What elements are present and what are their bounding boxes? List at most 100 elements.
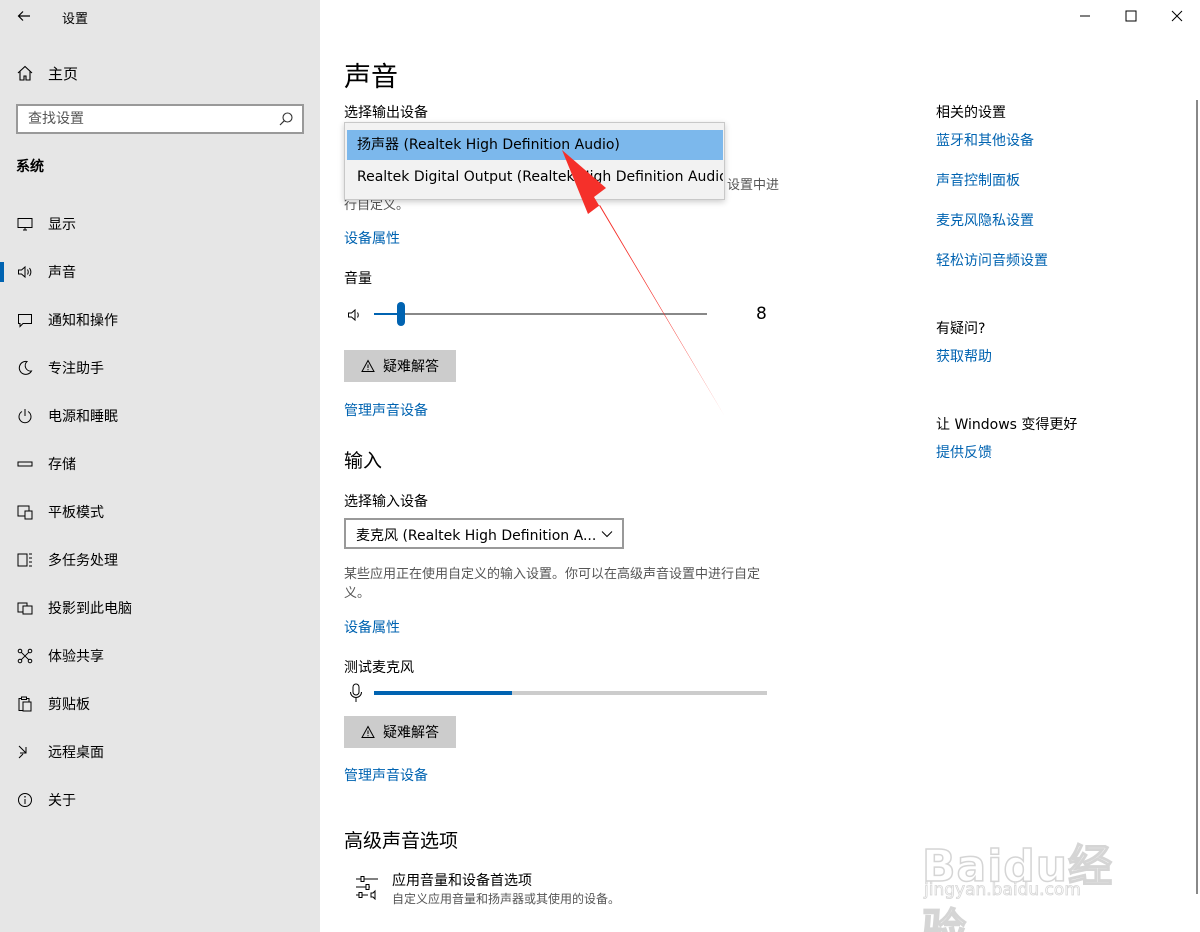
- notification-icon: [16, 311, 34, 329]
- sidebar-item-label: 电源和睡眠: [48, 409, 118, 425]
- sidebar-item-label: 体验共享: [48, 649, 104, 665]
- multitask-icon: [16, 551, 34, 569]
- output-manage-devices-link[interactable]: 管理声音设备: [344, 400, 428, 420]
- output-device-dropdown[interactable]: 扬声器 (Realtek High Definition Audio) Real…: [344, 122, 725, 200]
- sidebar-item-clipboard[interactable]: 剪贴板: [0, 684, 320, 724]
- microphone-icon: [350, 683, 362, 702]
- sidebar-item-label: 通知和操作: [48, 313, 118, 329]
- volume-label: 音量: [344, 271, 372, 287]
- sidebar-item-label: 显示: [48, 217, 76, 233]
- volume-value: 8: [756, 304, 767, 324]
- input-device-select[interactable]: 麦克风 (Realtek High Definition A...: [344, 518, 624, 549]
- output-device-properties-link[interactable]: 设备属性: [344, 228, 400, 248]
- feedback-link[interactable]: 提供反馈: [936, 442, 992, 462]
- sidebar-item-focus-assist[interactable]: 专注助手: [0, 348, 320, 388]
- clipboard-icon: [16, 695, 34, 713]
- back-button[interactable]: [14, 6, 34, 26]
- sidebar-item-label: 投影到此电脑: [48, 601, 132, 617]
- volume-speaker-icon: [348, 308, 359, 322]
- input-device-value: 麦克风 (Realtek High Definition A...: [356, 528, 597, 544]
- app-volume-desc: 自定义应用音量和扬声器或其使用的设备。: [392, 892, 621, 906]
- sidebar-item-notifications[interactable]: 通知和操作: [0, 300, 320, 340]
- project-icon: [16, 599, 34, 617]
- watermark-url: jingyan.baidu.com: [924, 880, 1082, 901]
- sidebar-item-project[interactable]: 投影到此电脑: [0, 588, 320, 628]
- get-help-link[interactable]: 获取帮助: [936, 346, 992, 366]
- moon-icon: [16, 359, 34, 377]
- search-icon: [279, 112, 293, 126]
- group-label-system: 系统: [16, 159, 44, 175]
- app-volume-title: 应用音量和设备首选项: [392, 873, 532, 889]
- related-settings-heading: 相关的设置: [936, 105, 1006, 121]
- sidebar-item-display[interactable]: 显示: [0, 204, 320, 244]
- sidebar-item-tablet-mode[interactable]: 平板模式: [0, 492, 320, 532]
- info-icon: [16, 791, 34, 809]
- home-nav-item[interactable]: 主页: [16, 61, 78, 85]
- sidebar: 设置 主页 系统 显示 声音 通知和操作 专注助手 电源和睡眠 存储 平板模式 …: [0, 0, 320, 932]
- mic-level-fill: [374, 691, 512, 695]
- input-troubleshoot-label: 疑难解答: [383, 725, 439, 741]
- sidebar-item-multitasking[interactable]: 多任务处理: [0, 540, 320, 580]
- output-troubleshoot-label: 疑难解答: [383, 359, 439, 375]
- input-desc: 某些应用正在使用自定义的输入设置。你可以在高级声音设置中进行自定义。: [344, 567, 761, 601]
- advanced-section-title: 高级声音选项: [344, 830, 459, 852]
- sliders-icon: [356, 876, 378, 900]
- input-troubleshoot-button[interactable]: 疑难解答: [344, 716, 456, 748]
- chevron-down-icon: [601, 531, 613, 538]
- input-manage-devices-link[interactable]: 管理声音设备: [344, 765, 428, 785]
- output-device-option[interactable]: Realtek Digital Output (Realtek High Def…: [347, 162, 723, 192]
- mic-level-meter: [344, 683, 784, 707]
- mic-level-bar: [374, 691, 767, 695]
- related-link-sound-control-panel[interactable]: 声音控制面板: [936, 170, 1020, 190]
- sidebar-item-sound[interactable]: 声音: [0, 252, 320, 292]
- related-link-mic-privacy[interactable]: 麦克风隐私设置: [936, 210, 1034, 230]
- remote-icon: [16, 743, 34, 761]
- sidebar-item-storage[interactable]: 存储: [0, 444, 320, 484]
- volume-slider[interactable]: [374, 302, 707, 326]
- related-link-ease-of-access-audio[interactable]: 轻松访问音频设置: [936, 250, 1048, 270]
- input-device-label: 选择输入设备: [344, 494, 428, 510]
- titlebar: 设置: [0, 0, 320, 32]
- app-title: 设置: [62, 12, 89, 27]
- question-heading: 有疑问?: [936, 321, 986, 337]
- sidebar-item-shared-experiences[interactable]: 体验共享: [0, 636, 320, 676]
- sidebar-item-label: 剪贴板: [48, 697, 90, 713]
- scrollbar[interactable]: [1196, 100, 1198, 894]
- monitor-icon: [16, 215, 34, 233]
- volume-control: 8: [344, 300, 784, 330]
- search-input[interactable]: [18, 106, 268, 132]
- improve-windows-heading: 让 Windows 变得更好: [936, 417, 1078, 433]
- sidebar-item-power[interactable]: 电源和睡眠: [0, 396, 320, 436]
- sidebar-item-label: 存储: [48, 457, 76, 473]
- output-troubleshoot-button[interactable]: 疑难解答: [344, 350, 456, 382]
- sidebar-item-about[interactable]: 关于: [0, 780, 320, 820]
- output-desc-fragment: 设置中进: [727, 178, 780, 193]
- volume-slider-thumb[interactable]: [397, 302, 405, 326]
- warning-icon: [361, 359, 375, 372]
- sidebar-item-label: 平板模式: [48, 505, 104, 521]
- related-link-bluetooth[interactable]: 蓝牙和其他设备: [936, 130, 1034, 150]
- output-device-label: 选择输出设备: [344, 105, 428, 121]
- home-label: 主页: [48, 64, 79, 83]
- speaker-icon: [16, 263, 34, 281]
- input-device-properties-link[interactable]: 设备属性: [344, 617, 400, 637]
- share-icon: [16, 647, 34, 665]
- test-mic-label: 测试麦克风: [344, 660, 414, 676]
- sidebar-item-remote-desktop[interactable]: 远程桌面: [0, 732, 320, 772]
- sidebar-item-label: 关于: [48, 793, 76, 809]
- output-device-option[interactable]: 扬声器 (Realtek High Definition Audio): [347, 130, 723, 160]
- storage-icon: [16, 455, 34, 473]
- baidu-jingyan-watermark: Baidu经验 jingyan.baidu.com: [918, 800, 1158, 932]
- tablet-icon: [16, 503, 34, 521]
- back-arrow-icon: [17, 11, 30, 21]
- input-section-title: 输入: [344, 450, 383, 472]
- app-volume-device-preferences[interactable]: 应用音量和设备首选项 自定义应用音量和扬声器或其使用的设备。: [344, 870, 764, 910]
- sidebar-item-label: 多任务处理: [48, 553, 118, 569]
- search-box[interactable]: [16, 104, 304, 134]
- page-title: 声音: [344, 62, 398, 93]
- sidebar-item-label: 声音: [48, 265, 76, 281]
- warning-icon: [361, 725, 375, 738]
- main-content: 声音 选择输出设备 扬声器 (Realtek High Definition A…: [320, 0, 1200, 932]
- home-icon: [17, 65, 33, 81]
- sidebar-item-label: 远程桌面: [48, 745, 104, 761]
